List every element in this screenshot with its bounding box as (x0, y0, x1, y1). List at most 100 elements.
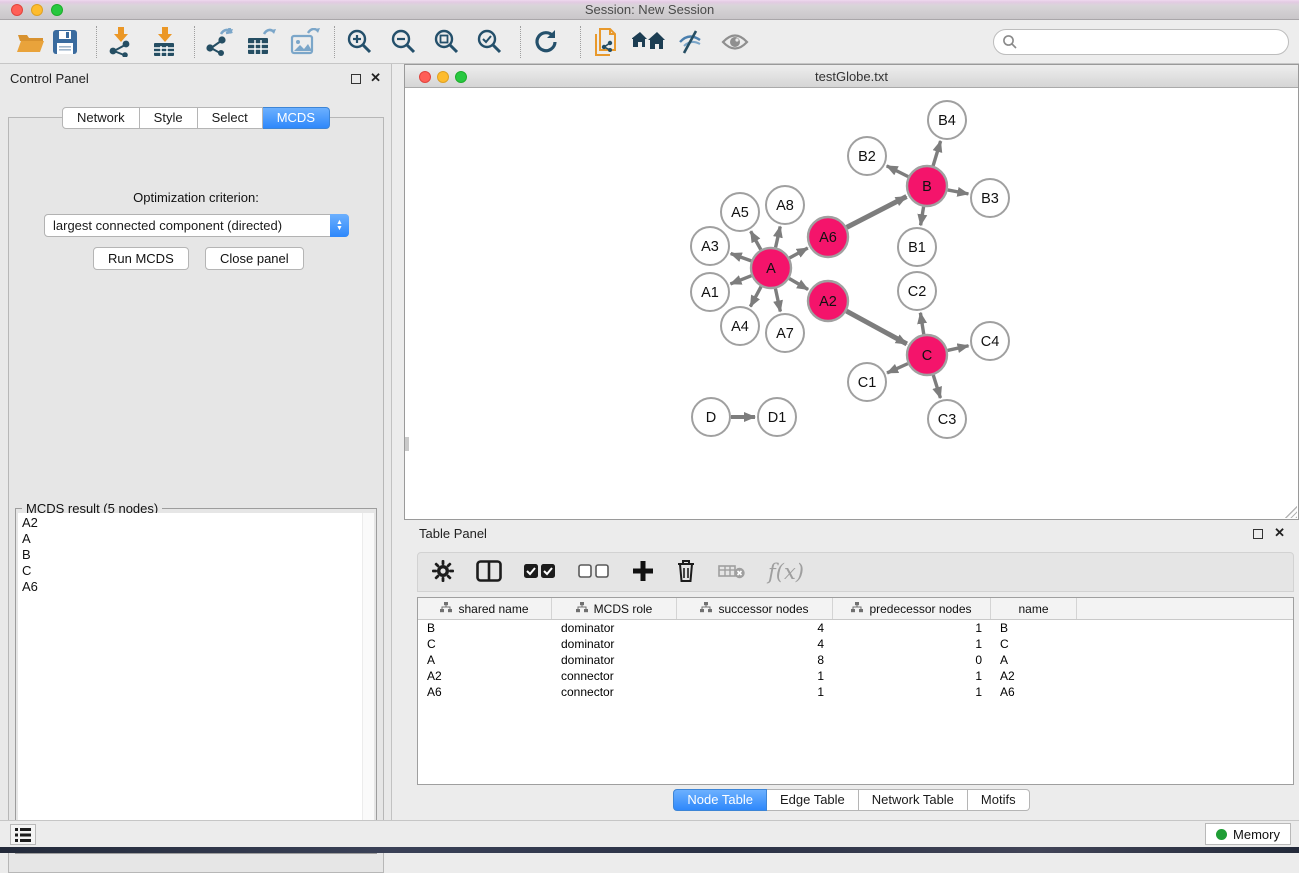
node-A1[interactable]: A1 (691, 273, 729, 311)
network-window-titlebar[interactable]: testGlobe.txt (405, 64, 1298, 88)
split-columns-icon[interactable] (476, 560, 502, 585)
table-cell[interactable]: connector (552, 669, 677, 683)
edge-B-B3[interactable] (948, 190, 969, 194)
clone-network-icon[interactable] (592, 27, 620, 57)
hide-details-icon[interactable] (676, 27, 706, 57)
table-cell[interactable]: A2 (418, 669, 552, 683)
zoom-in-icon[interactable] (346, 27, 374, 57)
edge-B-B1[interactable] (921, 207, 924, 226)
select-all-icon[interactable] (524, 563, 556, 582)
table-cell[interactable]: 4 (677, 621, 833, 635)
node-D[interactable]: D (692, 398, 730, 436)
edge-C-C2[interactable] (920, 313, 923, 335)
table-cell[interactable]: 8 (677, 653, 833, 667)
edge-A-A5[interactable] (751, 231, 761, 249)
edge-A-A2[interactable] (789, 279, 808, 290)
window-resize-grip[interactable] (1285, 506, 1297, 518)
table-row[interactable]: Cdominator41C (418, 636, 1293, 652)
column-header-successor-nodes[interactable]: successor nodes (677, 598, 833, 619)
float-panel-icon[interactable] (351, 72, 361, 87)
node-B4[interactable]: B4 (928, 101, 966, 139)
edge-A2-C[interactable] (846, 311, 906, 344)
table-cell[interactable]: 1 (833, 669, 991, 683)
mcds-result-item[interactable]: A6 (22, 579, 362, 595)
node-A[interactable]: A (751, 248, 791, 288)
show-details-eye-icon[interactable] (720, 27, 750, 57)
mcds-result-item[interactable]: B (22, 547, 362, 563)
node-A6[interactable]: A6 (808, 217, 848, 257)
criterion-dropdown[interactable]: largest connected component (directed) ▲… (44, 214, 349, 237)
edge-A-A1[interactable] (730, 276, 751, 284)
export-network-icon[interactable] (204, 27, 234, 57)
float-table-panel-icon[interactable] (1253, 527, 1263, 542)
node-B2[interactable]: B2 (848, 137, 886, 175)
table-row[interactable]: A6connector11A6 (418, 684, 1293, 700)
zoom-fit-icon[interactable] (433, 27, 461, 57)
close-panel-icon[interactable]: ✕ (370, 70, 381, 86)
table-cell[interactable]: C (418, 637, 552, 651)
export-image-icon[interactable] (290, 27, 320, 57)
network-graph[interactable]: B4B2BB3A8A5A6A3B1AA1C2A2A4A7C4CC1C3DD1 (405, 89, 1298, 518)
node-B3[interactable]: B3 (971, 179, 1009, 217)
column-header-shared-name[interactable]: shared name (418, 598, 552, 619)
table-cell[interactable]: C (991, 637, 1077, 651)
mcds-result-item[interactable]: A (22, 531, 362, 547)
table-cell[interactable]: 1 (833, 637, 991, 651)
edge-C-C3[interactable] (933, 375, 940, 398)
node-table-body[interactable]: Bdominator41BCdominator41CAdominator80AA… (418, 620, 1293, 700)
node-table[interactable]: shared nameMCDS rolesuccessor nodesprede… (417, 597, 1294, 785)
edge-C-C4[interactable] (947, 346, 968, 351)
save-session-icon[interactable] (52, 27, 78, 57)
edge-B-B2[interactable] (887, 166, 909, 177)
tab-network-table[interactable]: Network Table (859, 789, 968, 811)
node-A3[interactable]: A3 (691, 227, 729, 265)
add-column-icon[interactable] (632, 560, 654, 585)
search-field[interactable] (993, 29, 1289, 55)
node-C[interactable]: C (907, 335, 947, 375)
table-cell[interactable]: 1 (833, 621, 991, 635)
delete-column-icon[interactable] (676, 559, 696, 586)
memory-button[interactable]: Memory (1205, 823, 1291, 845)
column-header-name[interactable]: name (991, 598, 1077, 619)
network-canvas[interactable]: B4B2BB3A8A5A6A3B1AA1C2A2A4A7C4CC1C3DD1 (405, 89, 1298, 518)
mcds-result-list[interactable]: A2ABCA6 (18, 513, 362, 851)
tab-select[interactable]: Select (198, 107, 263, 129)
table-cell[interactable]: B (418, 621, 552, 635)
mcds-result-item[interactable]: C (22, 563, 362, 579)
node-A7[interactable]: A7 (766, 314, 804, 352)
table-cell[interactable]: 1 (677, 669, 833, 683)
tab-edge-table[interactable]: Edge Table (767, 789, 859, 811)
network-scrollbar-stub[interactable] (405, 437, 409, 451)
search-input[interactable] (1018, 32, 1288, 52)
edge-B-B4[interactable] (933, 141, 941, 166)
edge-A-A6[interactable] (789, 248, 807, 258)
node-B[interactable]: B (907, 166, 947, 206)
tab-motifs[interactable]: Motifs (968, 789, 1030, 811)
import-table-icon[interactable] (150, 27, 178, 57)
table-cell[interactable]: 1 (833, 685, 991, 699)
gear-icon[interactable] (432, 560, 454, 585)
edge-A-A7[interactable] (775, 289, 780, 312)
node-C4[interactable]: C4 (971, 322, 1009, 360)
delete-table-icon[interactable] (718, 562, 746, 583)
table-cell[interactable]: A (991, 653, 1077, 667)
table-cell[interactable]: connector (552, 685, 677, 699)
node-C1[interactable]: C1 (848, 363, 886, 401)
edge-A-A3[interactable] (731, 253, 752, 260)
node-C2[interactable]: C2 (898, 272, 936, 310)
refresh-icon[interactable] (532, 27, 560, 57)
table-row[interactable]: Bdominator41B (418, 620, 1293, 636)
zoom-selected-icon[interactable] (476, 27, 504, 57)
table-row[interactable]: Adominator80A (418, 652, 1293, 668)
node-A5[interactable]: A5 (721, 193, 759, 231)
table-cell[interactable]: 0 (833, 653, 991, 667)
column-header-mcds-role[interactable]: MCDS role (552, 598, 677, 619)
table-cell[interactable]: A6 (418, 685, 552, 699)
node-B1[interactable]: B1 (898, 228, 936, 266)
task-history-button[interactable] (10, 824, 36, 845)
table-cell[interactable]: B (991, 621, 1077, 635)
run-mcds-button[interactable]: Run MCDS (93, 247, 189, 270)
tab-style[interactable]: Style (140, 107, 198, 129)
mcds-result-item[interactable]: A2 (22, 515, 362, 531)
function-builder-icon[interactable]: f(x) (768, 560, 804, 584)
